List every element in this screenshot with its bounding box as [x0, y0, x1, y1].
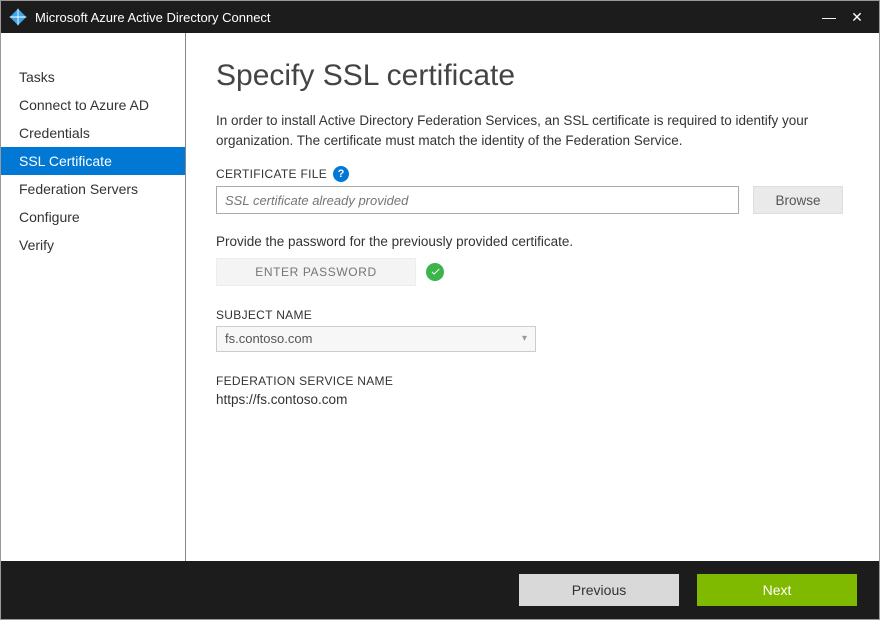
sidebar-item-configure[interactable]: Configure: [1, 203, 185, 231]
sidebar-item-ssl-certificate[interactable]: SSL Certificate: [1, 147, 185, 175]
subject-name-label: SUBJECT NAME: [216, 308, 843, 322]
window-title: Microsoft Azure Active Directory Connect: [35, 10, 815, 25]
subject-name-select[interactable]: fs.contoso.com ▾: [216, 326, 536, 352]
page-title: Specify SSL certificate: [216, 59, 843, 93]
minimize-button[interactable]: —: [815, 9, 843, 25]
browse-button[interactable]: Browse: [753, 186, 843, 214]
footer: Previous Next: [1, 561, 879, 619]
body: Tasks Connect to Azure AD Credentials SS…: [1, 33, 879, 561]
federation-service-name-value: https://fs.contoso.com: [216, 392, 843, 407]
certificate-file-label: CERTIFICATE FILE: [216, 167, 327, 181]
page-description: In order to install Active Directory Fed…: [216, 111, 843, 150]
password-input[interactable]: [216, 258, 416, 286]
password-prompt: Provide the password for the previously …: [216, 232, 843, 252]
help-icon[interactable]: ?: [333, 166, 349, 182]
sidebar-item-credentials[interactable]: Credentials: [1, 119, 185, 147]
sidebar-item-federation-servers[interactable]: Federation Servers: [1, 175, 185, 203]
window-frame: Microsoft Azure Active Directory Connect…: [0, 0, 880, 620]
chevron-down-icon: ▾: [522, 333, 527, 344]
sidebar-item-tasks[interactable]: Tasks: [1, 63, 185, 91]
main-panel: Specify SSL certificate In order to inst…: [186, 33, 879, 561]
app-logo-icon: [9, 8, 27, 26]
sidebar: Tasks Connect to Azure AD Credentials SS…: [1, 33, 186, 561]
next-button[interactable]: Next: [697, 574, 857, 606]
sidebar-item-verify[interactable]: Verify: [1, 231, 185, 259]
federation-service-name-label: FEDERATION SERVICE NAME: [216, 374, 843, 388]
check-icon: [426, 263, 444, 281]
sidebar-item-connect-azure-ad[interactable]: Connect to Azure AD: [1, 91, 185, 119]
close-button[interactable]: ✕: [843, 9, 871, 26]
previous-button[interactable]: Previous: [519, 574, 679, 606]
subject-name-value: fs.contoso.com: [225, 331, 312, 346]
certificate-file-input[interactable]: [216, 186, 739, 214]
title-bar: Microsoft Azure Active Directory Connect…: [1, 1, 879, 33]
